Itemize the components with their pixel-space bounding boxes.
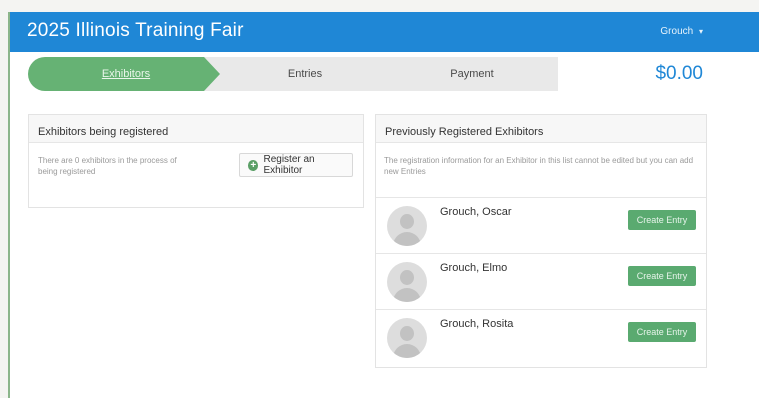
exhibitor-name: Grouch, Rosita xyxy=(440,318,514,330)
step-entries-label: Entries xyxy=(287,68,323,80)
panel-note: There are 0 exhibitors in the process of… xyxy=(38,156,177,176)
step-exhibitors[interactable]: Exhibitors xyxy=(28,57,224,91)
panel-title: Previously Registered Exhibitors xyxy=(376,115,706,143)
step-entries[interactable]: Entries xyxy=(204,57,406,91)
avatar-placeholder-icon xyxy=(387,206,427,246)
previously-registered-panel: Previously Registered Exhibitors The reg… xyxy=(375,114,707,368)
avatar-placeholder-icon xyxy=(387,262,427,302)
panel-note: The registration information for an Exhi… xyxy=(384,156,694,176)
exhibitor-row: Grouch, Rosita Create Entry xyxy=(376,309,706,366)
top-navbar: 2025 Illinois Training Fair Grouch ▾ xyxy=(10,12,759,52)
exhibitor-name: Grouch, Oscar xyxy=(440,206,512,218)
user-name: Grouch xyxy=(660,26,694,37)
step-payment[interactable]: Payment xyxy=(386,57,558,91)
step-payment-label: Payment xyxy=(450,68,494,80)
create-entry-button[interactable]: Create Entry xyxy=(628,210,696,230)
create-entry-button[interactable]: Create Entry xyxy=(628,266,696,286)
exhibitor-row: Grouch, Elmo Create Entry xyxy=(376,253,706,310)
user-menu[interactable]: Grouch ▾ xyxy=(660,26,703,37)
progress-steps: Exhibitors Entries Payment xyxy=(28,57,558,91)
register-exhibitor-button[interactable]: + Register an Exhibitor xyxy=(239,153,353,177)
step-exhibitors-label: Exhibitors xyxy=(101,68,151,80)
create-entry-button[interactable]: Create Entry xyxy=(628,322,696,342)
register-exhibitor-label: Register an Exhibitor xyxy=(263,154,315,176)
caret-down-icon: ▾ xyxy=(698,27,703,36)
app-frame: 2025 Illinois Training Fair Grouch ▾ Exh… xyxy=(8,12,759,398)
plus-circle-icon: + xyxy=(248,159,259,171)
exhibitor-name: Grouch, Elmo xyxy=(440,262,508,274)
exhibitors-being-registered-panel: Exhibitors being registered There are 0 … xyxy=(28,114,364,208)
app-title[interactable]: 2025 Illinois Training Fair xyxy=(27,20,244,42)
panel-title: Exhibitors being registered xyxy=(29,115,363,143)
total-amount: $0.00 xyxy=(655,63,703,84)
exhibitor-row: Grouch, Oscar Create Entry xyxy=(376,197,706,254)
avatar-placeholder-icon xyxy=(387,318,427,358)
